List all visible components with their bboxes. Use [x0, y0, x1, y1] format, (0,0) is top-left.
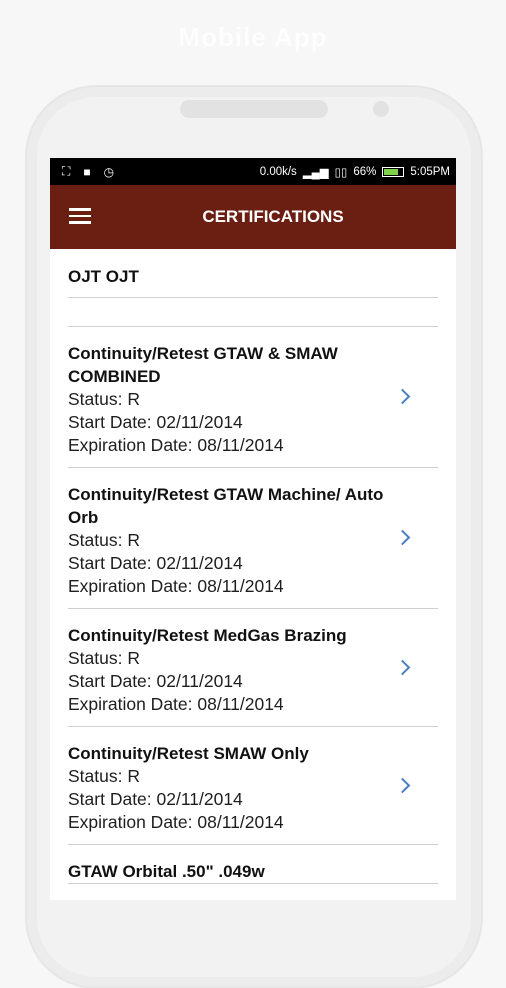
- battery-icon: [382, 166, 405, 177]
- certification-start-date: Start Date: 02/11/2014: [68, 412, 243, 432]
- sim-icon: ▯▯: [334, 166, 348, 179]
- certification-start-date: Start Date: 02/11/2014: [68, 789, 243, 809]
- certification-row[interactable]: Continuity/Retest MedGas Brazing Status:…: [68, 609, 438, 727]
- spacer: [68, 298, 438, 327]
- certification-start-date: Start Date: 02/11/2014: [68, 671, 243, 691]
- certification-title: Continuity/Retest SMAW Only: [68, 744, 309, 763]
- certification-status: Status: R: [68, 530, 140, 550]
- ojt-header: OJT OJT: [68, 249, 438, 298]
- screenshot-icon: ⛶: [62, 164, 71, 178]
- certification-expiration-date: Expiration Date: 08/11/2014: [68, 576, 284, 596]
- signal-icon: ▂▄▆: [302, 166, 329, 179]
- chevron-right-icon[interactable]: [390, 523, 420, 553]
- certification-expiration-date: Expiration Date: 08/11/2014: [68, 435, 284, 455]
- certification-title: GTAW Orbital .50" .049w: [68, 862, 265, 881]
- headline: Mobile App: [178, 22, 328, 52]
- battery-percent: 66%: [353, 165, 377, 178]
- certification-title: Continuity/Retest GTAW Machine/ Auto Orb: [68, 485, 384, 527]
- certification-row[interactable]: GTAW Orbital .50" .049w: [68, 845, 438, 884]
- phone-camera: [373, 101, 389, 117]
- certification-start-date: Start Date: 02/11/2014: [68, 553, 243, 573]
- lock-icon: ■: [83, 164, 91, 179]
- certification-status: Status: R: [68, 648, 140, 668]
- phone-speaker: [180, 100, 328, 118]
- status-bar: ⛶ ■ ◷ 0.00k/s ▂▄▆ ▯▯ 66% 5:05PM: [50, 158, 456, 185]
- certification-expiration-date: Expiration Date: 08/11/2014: [68, 812, 284, 832]
- alarm-icon: ◷: [103, 164, 115, 179]
- certification-title: Continuity/Retest GTAW & SMAW COMBINED: [68, 344, 338, 386]
- certification-row[interactable]: Continuity/Retest SMAW Only Status: R St…: [68, 727, 438, 845]
- certification-status: Status: R: [68, 766, 140, 786]
- certification-row[interactable]: Continuity/Retest GTAW & SMAW COMBINED S…: [68, 327, 438, 468]
- hamburger-menu-icon[interactable]: [68, 205, 92, 229]
- certification-title: Continuity/Retest MedGas Brazing: [68, 626, 347, 645]
- certification-status: Status: R: [68, 389, 140, 409]
- app-bar: CERTIFICATIONS: [50, 185, 456, 249]
- chevron-right-icon[interactable]: [390, 382, 420, 412]
- page-title: CERTIFICATIONS: [202, 207, 344, 226]
- certification-row[interactable]: Continuity/Retest GTAW Machine/ Auto Orb…: [68, 468, 438, 609]
- network-speed: 0.00k/s: [259, 165, 297, 178]
- chevron-right-icon[interactable]: [390, 771, 420, 801]
- chevron-right-icon[interactable]: [390, 653, 420, 683]
- certification-list: OJT OJT Continuity/Retest GTAW & SMAW CO…: [50, 249, 456, 884]
- phone-screen: ⛶ ■ ◷ 0.00k/s ▂▄▆ ▯▯ 66% 5:05PM CERTIFIC…: [50, 158, 456, 900]
- clock: 5:05PM: [410, 165, 450, 178]
- certification-expiration-date: Expiration Date: 08/11/2014: [68, 694, 284, 714]
